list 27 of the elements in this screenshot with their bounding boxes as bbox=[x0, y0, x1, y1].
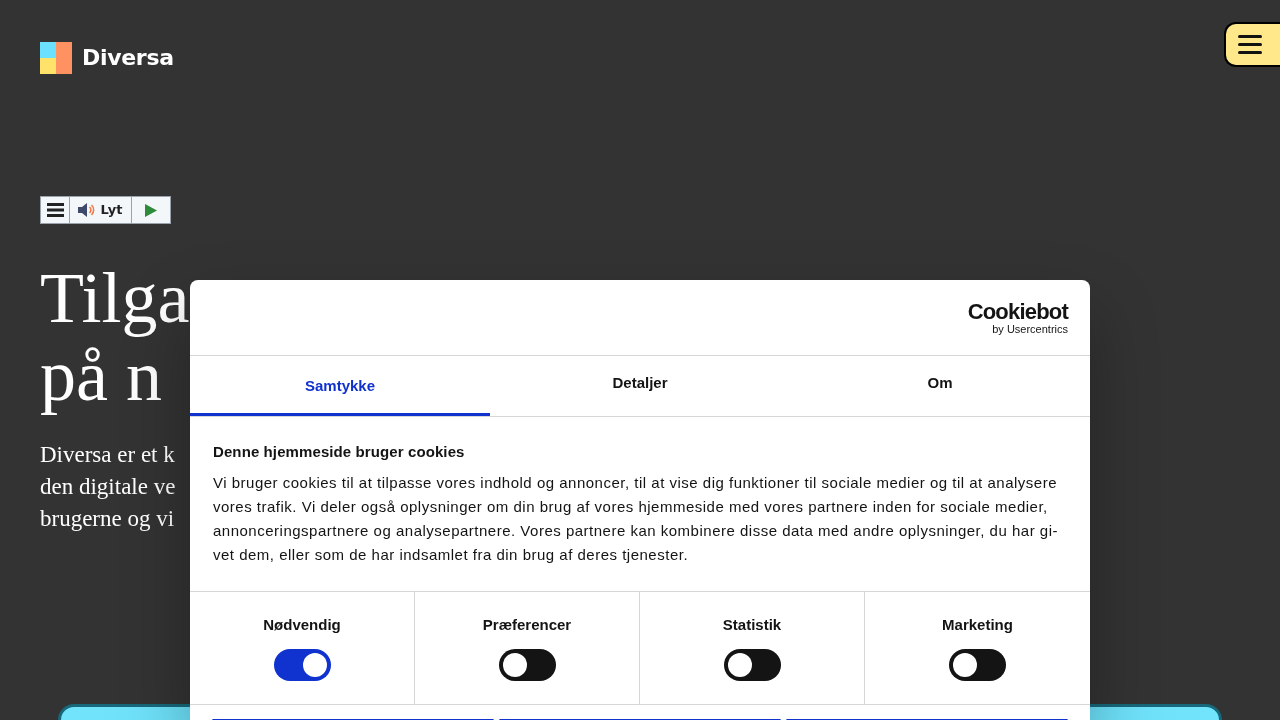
dialog-body-text: Vi bruger cookies til at tilpasse vores indhold og annoncer, til at vise dig funktioner til sociale medier og til at analysere vores trafik. Vi deler også oplysninger om din brug af vores hjemmeside med vores partnere inden for sociale medier, annonceringspartnere og analysepartnere. Vores partnere kan kombinere disse data med andre oplysninger, du har gi-vet dem, eller som de har indsamlet fra din brug af deres tjenester. bbox=[213, 473, 1059, 565]
category-label: Nødvendig bbox=[263, 615, 341, 635]
hero-intro-line: brugerne og vi bbox=[40, 505, 175, 533]
brand-tagline: by Usercentrics bbox=[992, 322, 1068, 335]
speaker-icon bbox=[78, 202, 97, 218]
category-label: Marketing bbox=[942, 615, 1013, 635]
hero-intro-line: den digitale ve bbox=[40, 473, 176, 501]
menu-icon bbox=[1238, 35, 1262, 54]
hero-heading-line: Tilga bbox=[40, 259, 190, 337]
toggle-switch[interactable] bbox=[949, 649, 1006, 681]
dialog-heading: Denne hjemmeside bruger cookies bbox=[213, 442, 466, 462]
toggle-switch[interactable] bbox=[498, 649, 556, 681]
play-icon bbox=[145, 203, 157, 217]
dialog-tab[interactable]: Om bbox=[790, 356, 1090, 416]
dialog-tab[interactable]: Samtykke bbox=[190, 356, 490, 416]
menu-icon bbox=[46, 203, 64, 217]
hero-heading-line: på n bbox=[40, 337, 162, 415]
category-label: Præferencer bbox=[482, 615, 572, 635]
menu-button[interactable] bbox=[1224, 22, 1280, 67]
category-label: Statistik bbox=[722, 615, 782, 635]
logo-icon bbox=[40, 42, 72, 74]
toggle-switch[interactable] bbox=[723, 649, 781, 681]
toggle-switch[interactable] bbox=[273, 649, 331, 681]
dialog-tab[interactable]: Detaljer bbox=[490, 356, 790, 416]
hero-intro-line: Diversa er et k bbox=[40, 441, 175, 469]
brand-wordmark: Cookiebot bbox=[967, 300, 1068, 323]
logo-wordmark[interactable]: Diversa bbox=[82, 42, 174, 74]
